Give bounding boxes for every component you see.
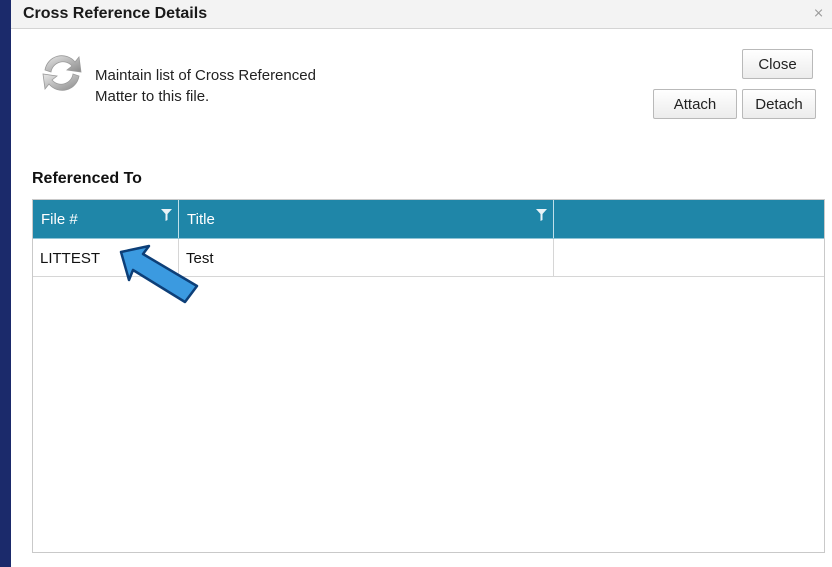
filter-icon[interactable] [161, 209, 172, 221]
detach-button[interactable]: Detach [742, 89, 816, 119]
description: Maintain list of Cross Referenced Matter… [95, 65, 316, 107]
title-bar: Cross Reference Details ⨯ [11, 0, 832, 29]
dialog-title: Cross Reference Details [23, 5, 208, 22]
refresh-cycle-icon [42, 55, 82, 91]
referenced-to-label: Referenced To [32, 170, 142, 187]
column-header-blank [554, 200, 824, 238]
attach-button[interactable]: Attach [653, 89, 737, 119]
column-header-file-label: File # [41, 211, 78, 228]
close-button[interactable]: Close [742, 49, 813, 79]
file-number-text: LITTEST [40, 250, 101, 267]
cell-blank [554, 239, 824, 276]
description-line-1: Maintain list of Cross Referenced [95, 67, 316, 84]
description-line-2: Matter to this file. [95, 88, 210, 105]
cross-reference-dialog: Cross Reference Details ⨯ Maintain list … [11, 0, 832, 567]
filter-icon[interactable] [536, 209, 547, 221]
pointer-arrow-icon [119, 244, 199, 304]
column-header-file[interactable]: File # [33, 200, 179, 238]
close-icon[interactable]: ⨯ [813, 5, 824, 21]
cell-title: Test [179, 239, 554, 276]
column-header-title-label: Title [187, 211, 215, 228]
column-header-title[interactable]: Title [179, 200, 554, 238]
grid-header: File # Title [33, 200, 824, 239]
